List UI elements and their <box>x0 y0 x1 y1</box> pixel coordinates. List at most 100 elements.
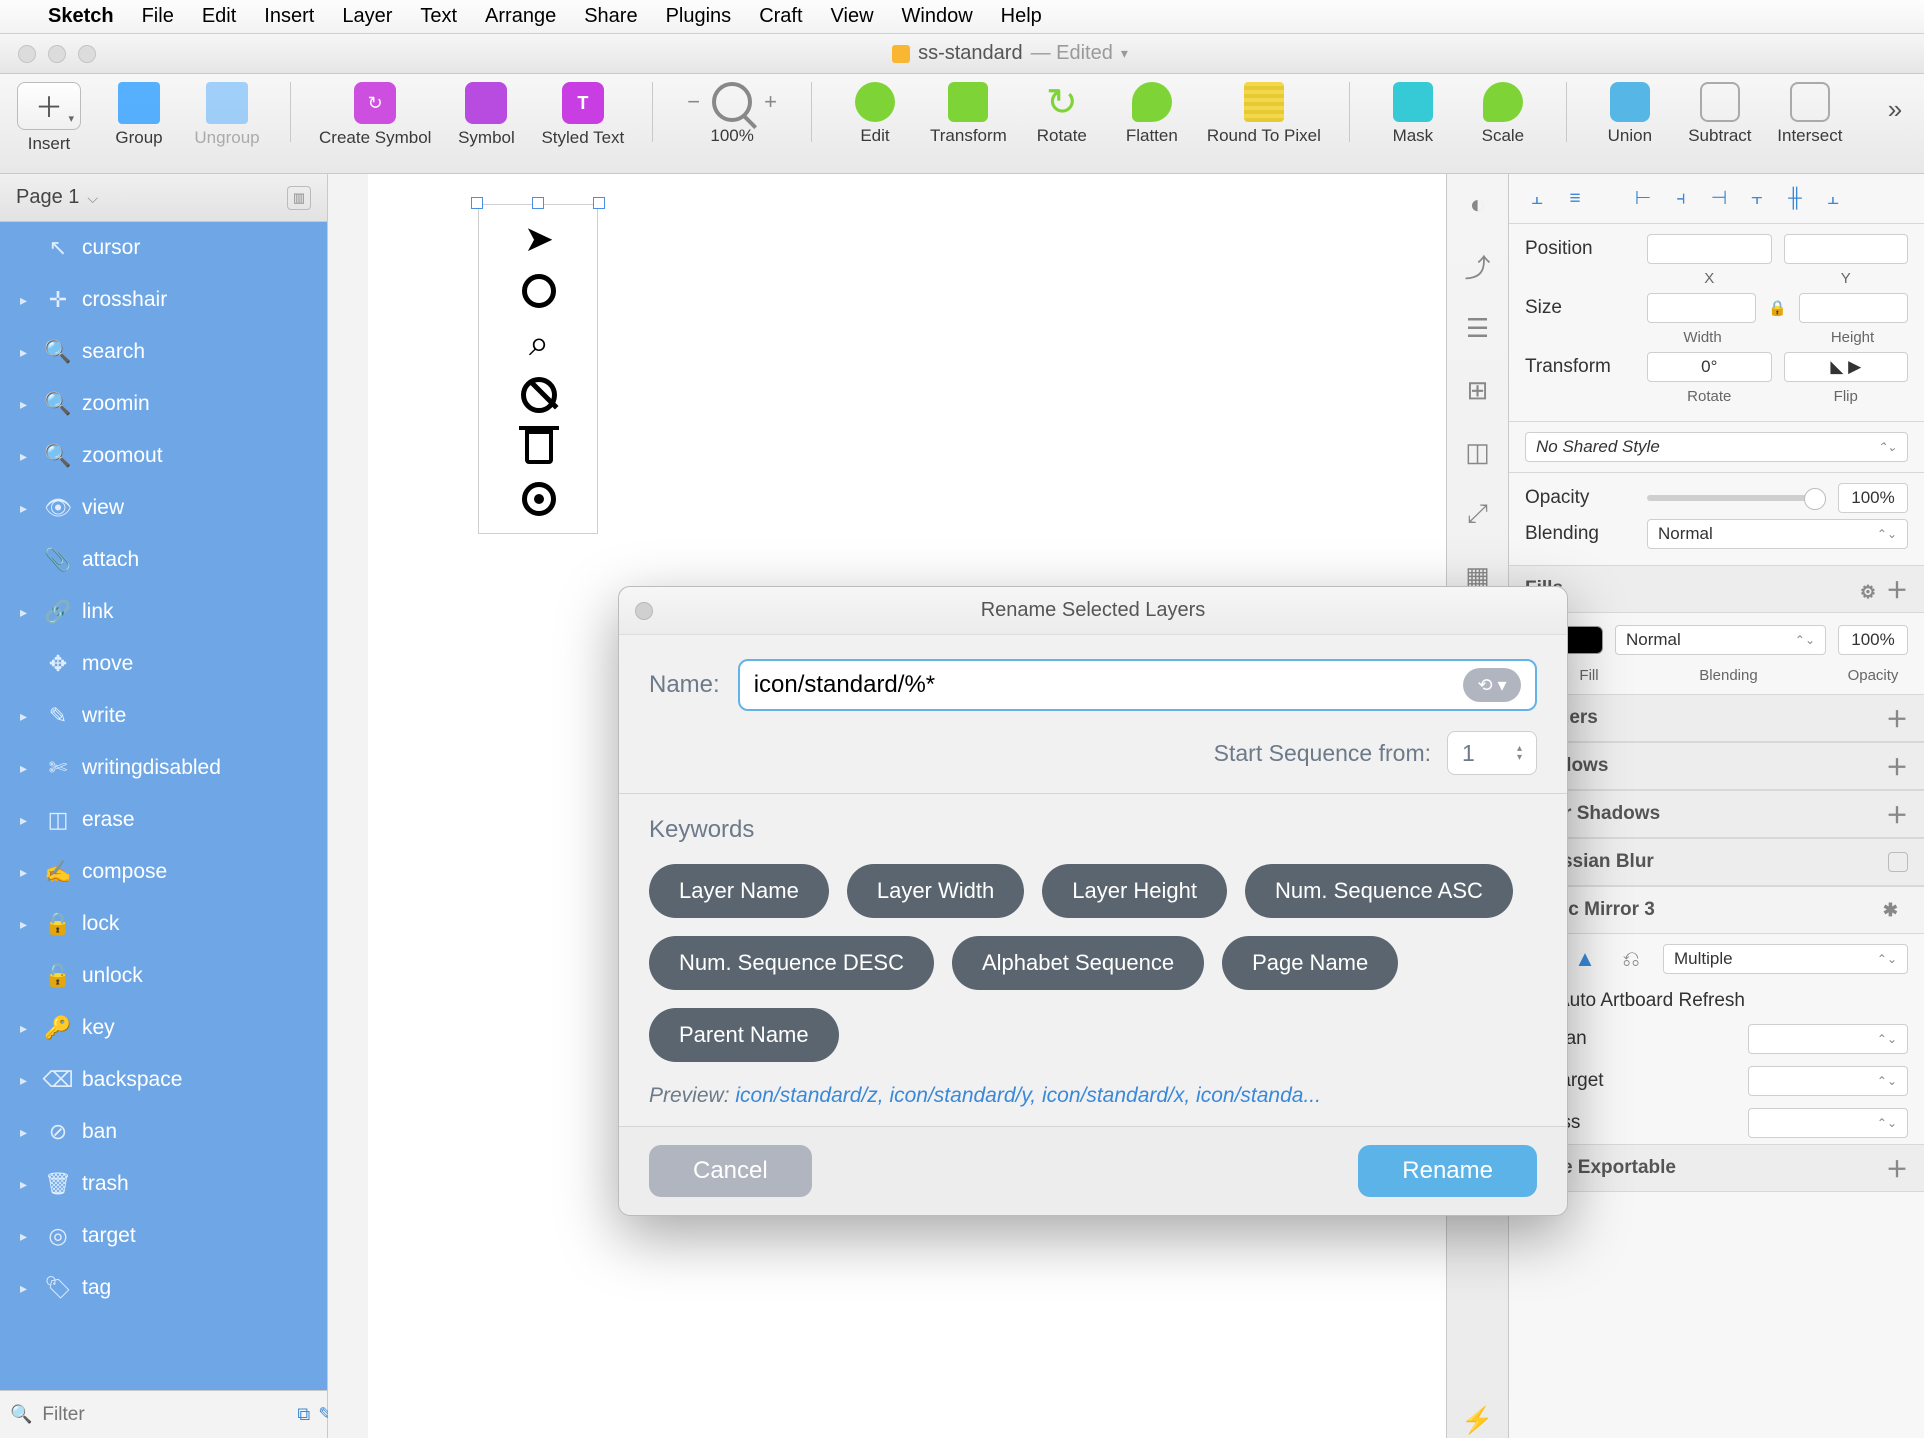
height-field[interactable] <box>1799 293 1908 323</box>
mm-mirror-icon[interactable]: ▲ <box>1571 945 1599 973</box>
grid-icon[interactable]: ⊞ <box>1460 372 1496 408</box>
align-icon[interactable]: ☰ <box>1460 310 1496 346</box>
mm-multiple-select[interactable]: Multiple⌃⌄ <box>1663 944 1908 974</box>
round-pixel-button[interactable]: Round To Pixel <box>1207 82 1321 146</box>
menu-file[interactable]: File <box>142 5 174 28</box>
shadows-header[interactable]: Shadows＋ <box>1509 742 1924 790</box>
layer-item-crosshair[interactable]: ▸✛crosshair <box>0 274 327 326</box>
symbol-button[interactable]: Symbol <box>451 82 521 148</box>
dialog-close-icon[interactable] <box>635 602 653 620</box>
x-field[interactable] <box>1647 234 1772 264</box>
mm-item-select[interactable]: ⌃⌄ <box>1748 1024 1908 1054</box>
keyword-chip[interactable]: Num. Sequence DESC <box>649 936 934 990</box>
insert-button[interactable]: ＋ Insert <box>14 82 84 154</box>
styled-text-button[interactable]: TStyled Text <box>541 82 624 148</box>
shared-style-select[interactable]: No Shared Style⌃⌄ <box>1525 432 1908 462</box>
mm-detach-icon[interactable]: ⎌ <box>1617 945 1645 973</box>
subtract-button[interactable]: Subtract <box>1685 82 1755 146</box>
layer-item-writingdisabled[interactable]: ▸✄writingdisabled <box>0 742 327 794</box>
layer-item-erase[interactable]: ▸◫erase <box>0 794 327 846</box>
layer-item-search[interactable]: ▸🔍search <box>0 326 327 378</box>
menu-insert[interactable]: Insert <box>264 5 314 28</box>
layer-item-ban[interactable]: ▸⊘ban <box>0 1106 327 1158</box>
inner-shadows-header[interactable]: Inner Shadows＋ <box>1509 790 1924 838</box>
layer-item-zoomin[interactable]: ▸🔍zoomin <box>0 378 327 430</box>
bolt-icon[interactable]: ⚡ <box>1460 1402 1496 1438</box>
align-h-center-icon[interactable]: ⫞ <box>1667 185 1695 213</box>
rotate-field[interactable]: 0° <box>1647 352 1772 382</box>
create-symbol-button[interactable]: ↻Create Symbol <box>319 82 431 148</box>
zoom-control[interactable]: −+ 100% <box>681 82 783 146</box>
toolbar-overflow-button[interactable]: » <box>1880 82 1910 125</box>
history-button[interactable]: ⟲ ▾ <box>1463 668 1521 702</box>
layer-item-backspace[interactable]: ▸⌫backspace <box>0 1054 327 1106</box>
fullscreen-icon[interactable] <box>78 45 96 63</box>
magic-mirror-header[interactable]: Magic Mirror 3✱ <box>1509 886 1924 934</box>
menu-layer[interactable]: Layer <box>342 5 392 28</box>
sequence-input[interactable]: 1 ▴▾ <box>1447 731 1537 775</box>
layer-item-cursor[interactable]: ▸↖cursor <box>0 222 327 274</box>
menu-share[interactable]: Share <box>584 5 637 28</box>
layer-item-unlock[interactable]: ▸🔓unlock <box>0 950 327 1002</box>
minimize-icon[interactable] <box>48 45 66 63</box>
resize-icon[interactable]: ⤢ <box>1460 496 1496 532</box>
gaussian-header[interactable]: Gaussian Blur <box>1509 838 1924 886</box>
opacity-value[interactable]: 100% <box>1838 483 1908 513</box>
menu-window[interactable]: Window <box>902 5 973 28</box>
layer-item-target[interactable]: ▸◎target <box>0 1210 327 1262</box>
blending-select[interactable]: Normal⌃⌄ <box>1647 519 1908 549</box>
align-h-left-icon[interactable]: ⊢ <box>1629 185 1657 213</box>
menu-edit[interactable]: Edit <box>202 5 236 28</box>
menu-view[interactable]: View <box>831 5 874 28</box>
keyword-chip[interactable]: Parent Name <box>649 1008 839 1062</box>
align-center-icon[interactable]: ≡ <box>1561 185 1589 213</box>
app-name[interactable]: Sketch <box>48 5 114 28</box>
fills-header[interactable]: Fills⚙＋ <box>1509 565 1924 613</box>
page-selector[interactable]: Page 1⌵ ▥ <box>0 174 327 222</box>
fill-blend-select[interactable]: Normal⌃⌄ <box>1615 625 1826 655</box>
plugin-panel-icon[interactable]: ◐ <box>1460 186 1496 222</box>
select-icon[interactable]: ◫ <box>1460 434 1496 470</box>
document-title[interactable]: ss-standard — Edited ▾ <box>96 42 1924 65</box>
keyword-chip[interactable]: Page Name <box>1222 936 1398 990</box>
layer-item-zoomout[interactable]: ▸🔍zoomout <box>0 430 327 482</box>
union-button[interactable]: Union <box>1595 82 1665 146</box>
filter-input[interactable] <box>42 1404 287 1426</box>
keyword-chip[interactable]: Alphabet Sequence <box>952 936 1204 990</box>
mm-item-select[interactable]: ⌃⌄ <box>1748 1066 1908 1096</box>
ungroup-button[interactable]: Ungroup <box>192 82 262 148</box>
fill-opacity-field[interactable]: 100% <box>1838 625 1908 655</box>
close-icon[interactable] <box>18 45 36 63</box>
keyword-chip[interactable]: Layer Width <box>847 864 1024 918</box>
group-button[interactable]: Group <box>104 82 174 148</box>
flatten-button[interactable]: Flatten <box>1117 82 1187 146</box>
align-left-icon[interactable]: ⫠ <box>1523 185 1551 213</box>
name-input[interactable] <box>754 671 1463 699</box>
layer-item-move[interactable]: ▸✥move <box>0 638 327 690</box>
width-field[interactable] <box>1647 293 1756 323</box>
layer-item-compose[interactable]: ▸✍compose <box>0 846 327 898</box>
keyword-chip[interactable]: Layer Name <box>649 864 829 918</box>
transform-button[interactable]: Transform <box>930 82 1007 146</box>
menu-craft[interactable]: Craft <box>759 5 802 28</box>
edit-button[interactable]: Edit <box>840 82 910 146</box>
align-h-right-icon[interactable]: ⊣ <box>1705 185 1733 213</box>
menu-arrange[interactable]: Arrange <box>485 5 556 28</box>
rename-button[interactable]: Rename <box>1358 1145 1537 1197</box>
lock-icon[interactable]: 🔒 <box>1768 299 1787 317</box>
keyword-chip[interactable]: Num. Sequence ASC <box>1245 864 1513 918</box>
align-v-top-icon[interactable]: ⫟ <box>1743 185 1771 213</box>
mm-item-select[interactable]: ⌃⌄ <box>1748 1108 1908 1138</box>
scale-button[interactable]: Scale <box>1468 82 1538 146</box>
layer-item-lock[interactable]: ▸🔒lock <box>0 898 327 950</box>
layer-item-attach[interactable]: ▸📎attach <box>0 534 327 586</box>
layer-item-key[interactable]: ▸🔑key <box>0 1002 327 1054</box>
flip-field[interactable]: ◣ ▶ <box>1784 352 1909 382</box>
align-v-middle-icon[interactable]: ╫ <box>1781 185 1809 213</box>
artboard-selection[interactable]: ➤ ⌕ <box>478 204 598 534</box>
mask-button[interactable]: Mask <box>1378 82 1448 146</box>
menu-help[interactable]: Help <box>1001 5 1042 28</box>
layer-item-link[interactable]: ▸🔗link <box>0 586 327 638</box>
opacity-slider[interactable] <box>1647 495 1826 501</box>
cancel-button[interactable]: Cancel <box>649 1145 812 1197</box>
